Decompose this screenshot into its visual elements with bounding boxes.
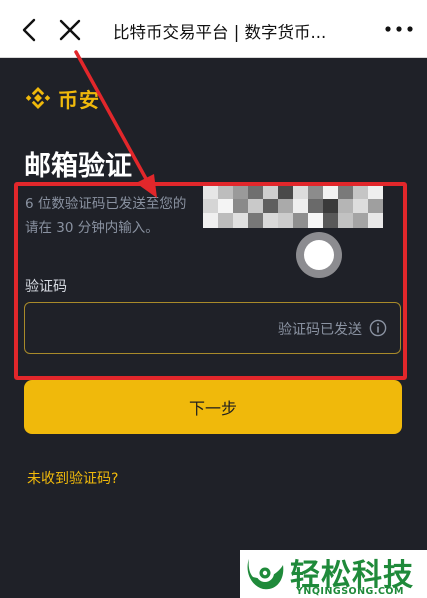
watermark-domain: YNQINGSONG.COM bbox=[296, 586, 404, 597]
highlight-annotation-box bbox=[14, 182, 407, 380]
next-step-button[interactable]: 下一步 bbox=[24, 380, 402, 434]
watermark-logo-icon bbox=[247, 559, 284, 590]
page-title: 邮箱验证 bbox=[24, 151, 132, 182]
close-icon[interactable] bbox=[58, 18, 82, 42]
binance-logo-icon bbox=[25, 87, 51, 109]
browser-top-bar: 比特币交易平台 | 数字货币... bbox=[0, 0, 427, 58]
chevron-left-icon[interactable] bbox=[18, 18, 42, 42]
verification-page: 币安 邮箱验证 6 位数验证码已发送至您的 请在 30 分钟内输入。 验证码 验… bbox=[0, 58, 427, 598]
browser-title: 比特币交易平台 | 数字货币... bbox=[113, 23, 327, 42]
resend-code-link[interactable]: 未收到验证码? bbox=[27, 468, 118, 488]
watermark: 轻松科技 YNQINGSONG.COM bbox=[240, 550, 427, 598]
more-dots-icon[interactable] bbox=[385, 26, 413, 32]
brand-logo: 币安 bbox=[24, 84, 100, 112]
brand-name: 币安 bbox=[58, 87, 100, 112]
